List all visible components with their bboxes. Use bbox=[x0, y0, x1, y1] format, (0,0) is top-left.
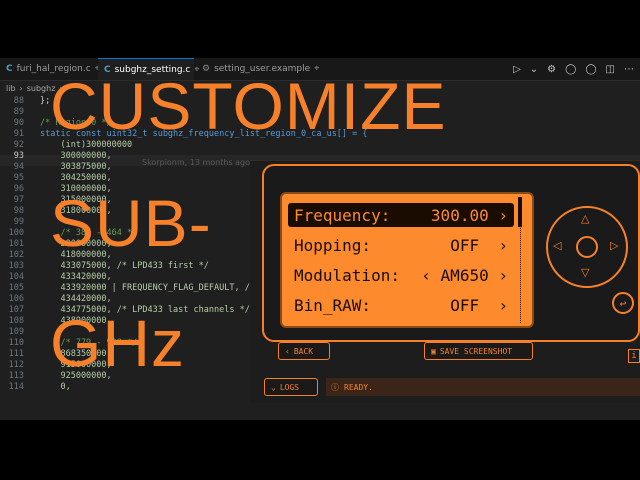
chevron-down-icon[interactable]: ⌄ bbox=[530, 64, 538, 75]
breadcrumb-separator: › bbox=[19, 83, 23, 93]
code-text: 303875000, bbox=[40, 162, 112, 172]
c-file-icon: C bbox=[6, 64, 13, 74]
letterbox-top bbox=[0, 0, 640, 58]
menu-row-bin-raw[interactable]: Bin_RAW: OFF › bbox=[288, 293, 514, 317]
back-button[interactable]: ‹ BACK bbox=[278, 342, 330, 360]
menu-value: 300.00 bbox=[430, 205, 489, 225]
line-number: 99 bbox=[13, 217, 24, 227]
info-icon[interactable]: i bbox=[628, 349, 640, 363]
line-number: 91 bbox=[13, 129, 24, 139]
line-number: 109 bbox=[8, 327, 24, 337]
chevron-right-icon: › bbox=[498, 265, 508, 285]
code-text: 433920000 | FREQUENCY_FLAG_DEFAULT, /* bbox=[40, 283, 255, 293]
breadcrumb-item[interactable]: lib bbox=[6, 84, 16, 93]
navigate-back-icon[interactable]: ◯ bbox=[565, 64, 576, 75]
chevron-left-icon: ‹ bbox=[421, 265, 431, 285]
line-number: 98 bbox=[13, 206, 24, 216]
menu-value: OFF bbox=[450, 235, 480, 255]
back-label: BACK bbox=[293, 346, 314, 356]
more-actions-icon[interactable]: ⋯ bbox=[624, 64, 634, 75]
line-number: 96 bbox=[13, 184, 24, 194]
save-screenshot-button[interactable]: ▣ SAVE SCREENSHOT bbox=[424, 342, 533, 360]
line-number: 103 bbox=[8, 261, 24, 271]
line-number: 88 bbox=[13, 96, 24, 106]
navigate-forward-icon[interactable]: ◯ bbox=[585, 64, 596, 75]
status-bar: ⓘ READY. bbox=[326, 378, 640, 396]
line-number: 113 bbox=[8, 371, 24, 381]
chevron-left-icon: ‹ bbox=[285, 346, 290, 356]
line-number: 100 bbox=[8, 228, 24, 238]
chevron-right-icon: › bbox=[498, 235, 508, 255]
menu-label: Hopping: bbox=[294, 235, 372, 255]
flipper-back-icon[interactable]: ↩ bbox=[612, 292, 634, 314]
menu-row-modulation[interactable]: Modulation: ‹ AM650 › bbox=[288, 263, 514, 287]
chevron-right-icon: › bbox=[498, 295, 508, 315]
menu-row-frequency[interactable]: Frequency: 300.00 › bbox=[288, 203, 514, 227]
line-number: 95 bbox=[13, 173, 24, 183]
code-text: 300000000, bbox=[40, 151, 112, 161]
line-number: 92 bbox=[13, 140, 24, 150]
code-text: 433075000, /* LPD433 first */ bbox=[40, 261, 209, 271]
menu-value: AM650 bbox=[440, 265, 489, 285]
letterbox-bottom bbox=[0, 420, 640, 480]
save-icon: ▣ bbox=[431, 346, 436, 356]
line-number: 101 bbox=[8, 239, 24, 249]
line-number: 106 bbox=[8, 294, 24, 304]
settings-gear-icon[interactable]: ⚙ bbox=[547, 64, 556, 75]
line-number: 107 bbox=[8, 305, 24, 315]
editor-toolbar: ▷ ⌄ ⚙ ◯ ◯ ◫ ⋯ bbox=[513, 58, 634, 80]
overlay-title-line-3: GHz bbox=[50, 306, 185, 380]
line-number: 93 bbox=[13, 151, 24, 161]
line-number: 105 bbox=[8, 283, 24, 293]
menu-label: Bin_RAW: bbox=[294, 295, 372, 315]
git-blame-annotation: Skorpionm, 13 months ago bbox=[142, 158, 251, 167]
code-text: 304250000, bbox=[40, 173, 112, 183]
line-number: 94 bbox=[13, 162, 24, 172]
line-number: 114 bbox=[8, 382, 24, 392]
line-number: 112 bbox=[8, 360, 24, 370]
menu-label: Modulation: bbox=[294, 265, 400, 285]
logs-label: LOGS bbox=[279, 382, 300, 392]
line-number: 90 bbox=[13, 118, 24, 128]
line-number: 110 bbox=[8, 338, 24, 348]
logs-button[interactable]: ⌄ LOGS bbox=[264, 378, 318, 396]
code-text: 433420000, bbox=[40, 272, 112, 282]
dpad: △ ▽ ◁ ▷ bbox=[546, 206, 628, 288]
dpad-up-icon[interactable]: △ bbox=[581, 212, 589, 225]
chevron-down-icon: ⌄ bbox=[271, 382, 276, 392]
code-text: 434420000, bbox=[40, 294, 112, 304]
menu-scrollbar bbox=[518, 197, 527, 323]
status-text: READY. bbox=[344, 382, 373, 392]
dpad-left-icon[interactable]: ◁ bbox=[553, 239, 561, 252]
menu-value: OFF bbox=[450, 295, 480, 315]
line-number: 89 bbox=[13, 107, 24, 117]
run-icon[interactable]: ▷ bbox=[513, 64, 521, 75]
code-text: }; bbox=[40, 96, 51, 106]
menu-row-hopping[interactable]: Hopping: OFF › bbox=[288, 233, 514, 257]
code-text: 0, bbox=[40, 382, 71, 392]
scrollbar-thumb bbox=[518, 197, 522, 227]
overlay-title-line-2: SUB- bbox=[50, 186, 212, 260]
overlay-title-line-1: CUSTOMIZE bbox=[50, 69, 447, 143]
info-circle-icon: ⓘ bbox=[331, 382, 339, 392]
line-number: 104 bbox=[8, 272, 24, 282]
chevron-right-icon: › bbox=[498, 205, 508, 225]
line-number: 102 bbox=[8, 250, 24, 260]
menu-label: Frequency: bbox=[294, 205, 391, 225]
line-number: 97 bbox=[13, 195, 24, 205]
line-number: 108 bbox=[8, 316, 24, 326]
line-number: 111 bbox=[8, 349, 24, 359]
save-label: SAVE SCREENSHOT bbox=[439, 346, 513, 356]
dpad-ok-button[interactable] bbox=[576, 236, 598, 258]
dpad-right-icon[interactable]: ▷ bbox=[610, 239, 618, 252]
dpad-down-icon[interactable]: ▽ bbox=[581, 266, 589, 279]
split-editor-icon[interactable]: ◫ bbox=[606, 64, 615, 75]
